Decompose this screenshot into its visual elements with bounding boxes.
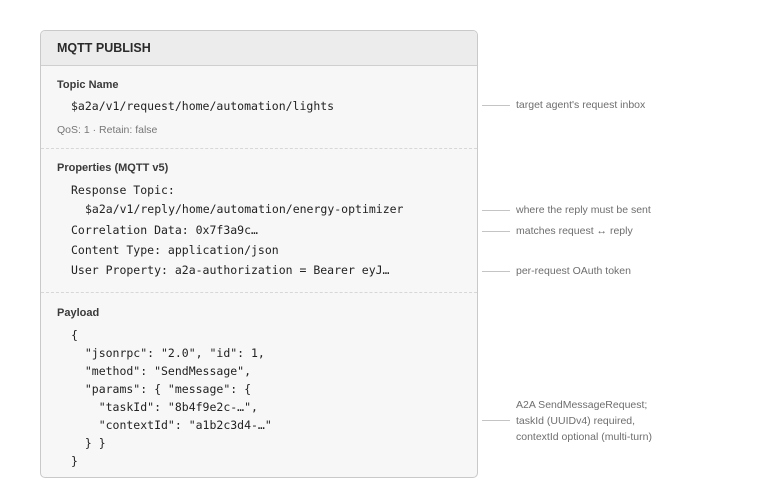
properties-section: Properties (MQTT v5) Response Topic: $a2…	[41, 149, 477, 293]
payload-line: "taskId": "8b4f9e2c-…",	[71, 400, 258, 414]
payload-line: }	[71, 454, 78, 468]
payload-line: } }	[71, 436, 106, 450]
annotation-payload-line2: taskId (UUIDv4) required,	[516, 415, 636, 427]
annotation-payload-line3: contextId optional (multi-turn)	[516, 431, 652, 443]
payload-title: Payload	[57, 307, 100, 319]
user-property: User Property: a2a-authorization = Beare…	[71, 263, 390, 277]
packet-header: MQTT PUBLISH	[41, 31, 477, 66]
topic-meta: QoS: 1 · Retain: false	[57, 124, 158, 136]
payload-line: "method": "SendMessage",	[71, 364, 252, 378]
payload-line: "jsonrpc": "2.0", "id": 1,	[71, 346, 265, 360]
properties-title: Properties (MQTT v5)	[57, 162, 169, 174]
topic-section: Topic Name $a2a/v1/request/home/automati…	[41, 66, 477, 149]
annotation-topic: target agent's request inbox	[516, 99, 646, 111]
annotation-connector-payload	[482, 420, 510, 421]
payload-line: "params": { "message": {	[71, 382, 252, 396]
annotation-response-topic: where the reply must be sent	[516, 204, 651, 216]
annotation-connector-correlation	[482, 231, 510, 232]
topic-value: $a2a/v1/request/home/automation/lights	[71, 99, 335, 113]
correlation-data: Correlation Data: 0x7f3a9c…	[71, 223, 258, 237]
response-topic-value: $a2a/v1/reply/home/automation/energy-opt…	[85, 202, 404, 216]
mqtt-publish-packet: MQTT PUBLISH Topic Name $a2a/v1/request/…	[40, 30, 478, 478]
response-topic-label: Response Topic:	[71, 183, 175, 197]
content-type: Content Type: application/json	[71, 243, 279, 257]
annotation-connector-user-property	[482, 271, 510, 272]
annotation-user-property: per-request OAuth token	[516, 265, 631, 277]
annotation-connector-response-topic	[482, 210, 510, 211]
topic-title: Topic Name	[57, 79, 119, 91]
annotation-connector-topic	[482, 105, 510, 106]
payload-section: Payload { "jsonrpc": "2.0", "id": 1, "me…	[41, 293, 477, 477]
payload-line: {	[71, 328, 78, 342]
payload-line: "contextId": "a1b2c3d4-…"	[71, 418, 272, 432]
annotation-correlation: matches request ↔ reply	[516, 225, 633, 237]
annotation-payload-line1: A2A SendMessageRequest;	[516, 399, 648, 411]
